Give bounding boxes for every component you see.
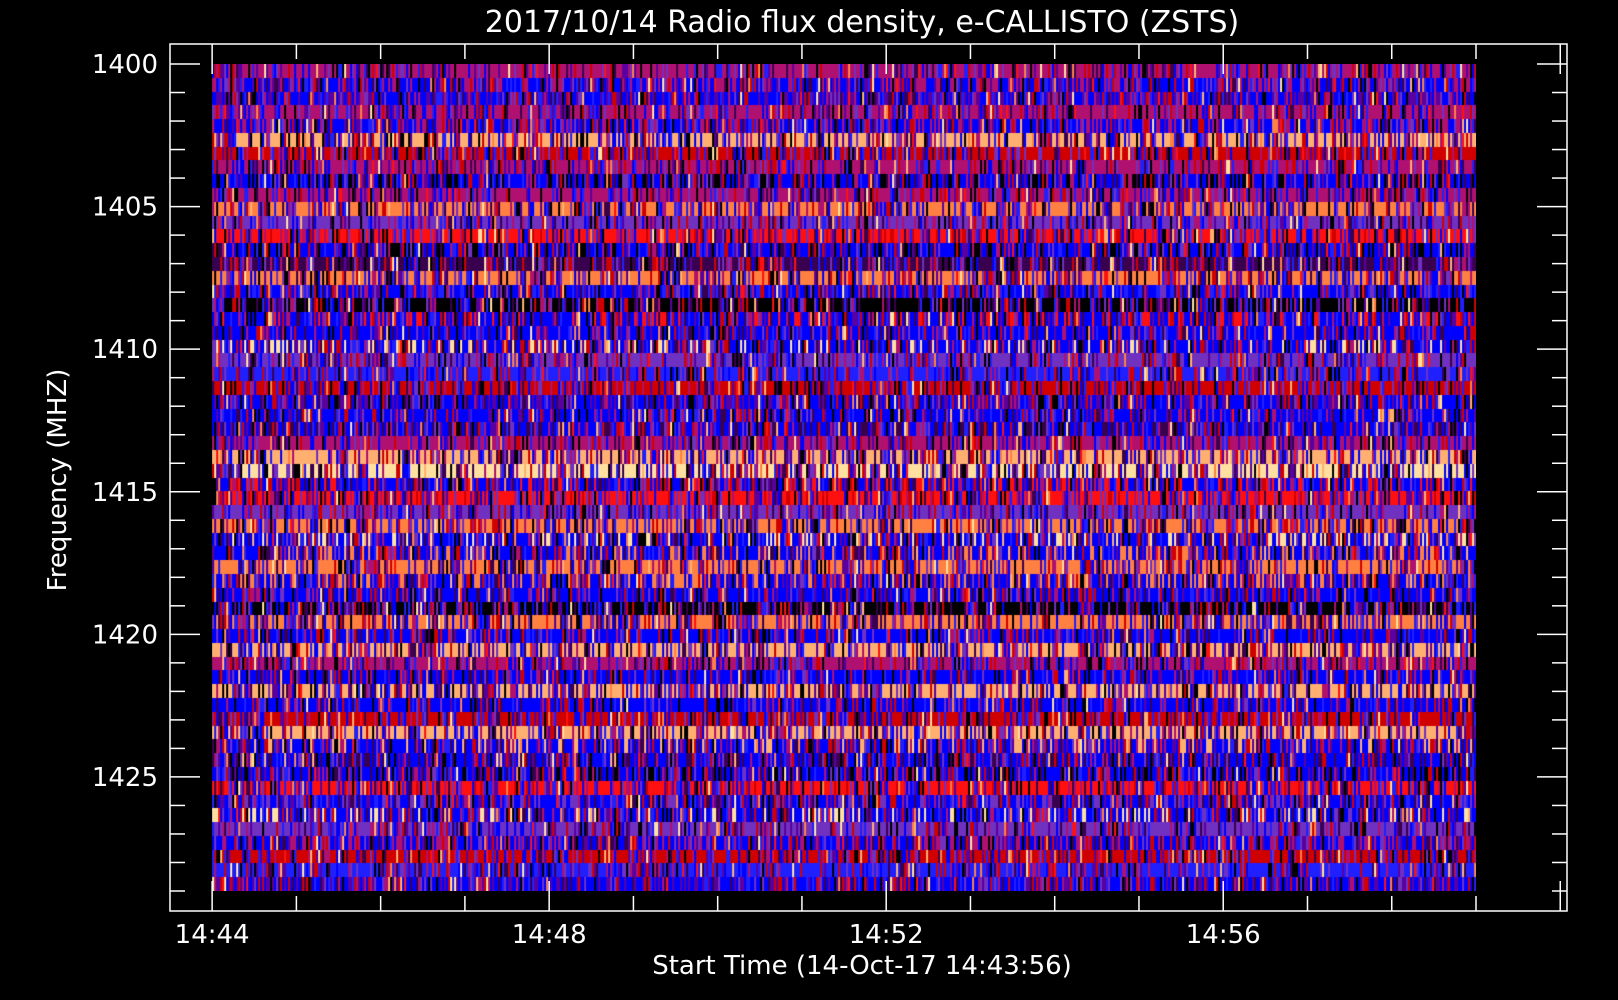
y-tick-label: 1400: [92, 50, 158, 80]
heatmap: [212, 64, 1477, 891]
spectrogram-chart: 2017/10/14 Radio flux density, e-CALLIST…: [0, 0, 1618, 1000]
y-axis-label: Frequency (MHZ): [43, 369, 73, 592]
x-tick-label: 14:56: [1186, 920, 1261, 950]
x-axis-label: Start Time (14-Oct-17 14:43:56): [652, 951, 1072, 981]
y-tick-label: 1425: [92, 763, 158, 793]
x-tick-label: 14:52: [849, 920, 924, 950]
y-tick-label: 1405: [92, 193, 158, 223]
chart-title: 2017/10/14 Radio flux density, e-CALLIST…: [485, 5, 1239, 40]
x-tick-label: 14:44: [175, 920, 250, 950]
y-tick-label: 1410: [92, 335, 158, 365]
heatmap-image: [212, 64, 1477, 891]
y-tick-label: 1415: [92, 478, 158, 508]
y-tick-label: 1420: [92, 620, 158, 650]
x-tick-label: 14:48: [512, 920, 587, 950]
